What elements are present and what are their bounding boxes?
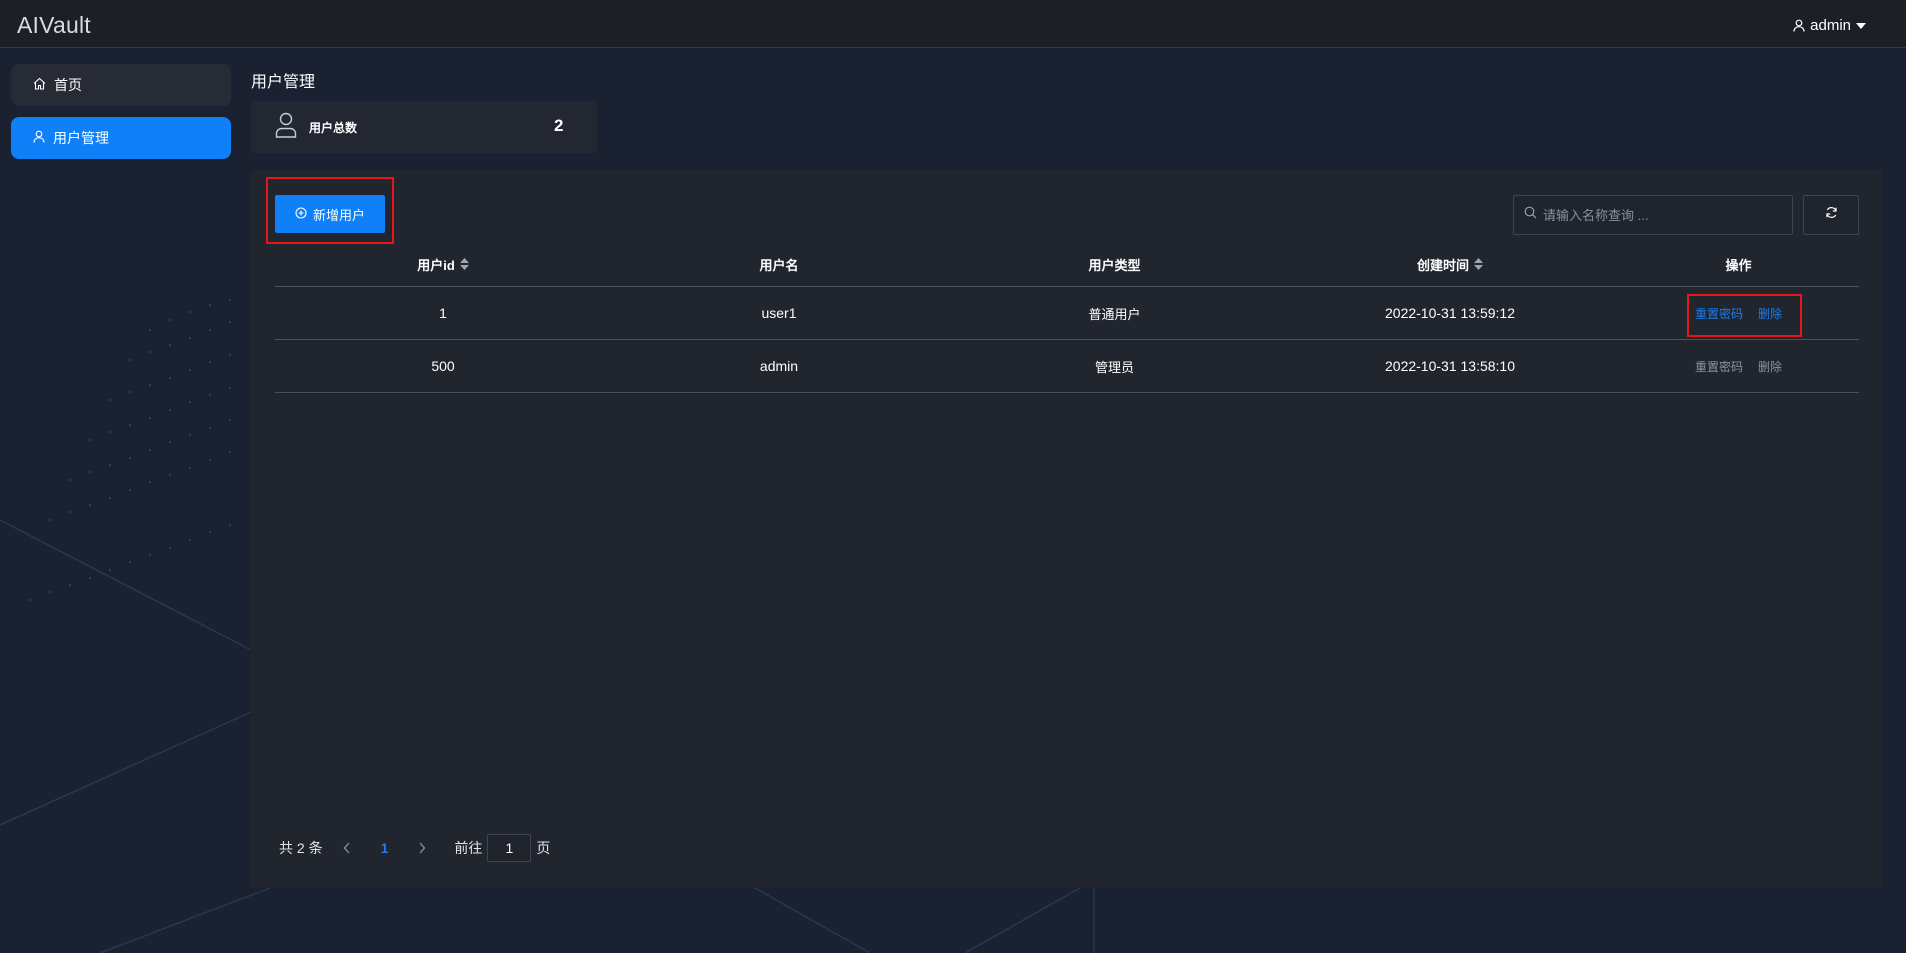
search-icon bbox=[1524, 206, 1537, 224]
pagination-total: 共 2 条 bbox=[279, 840, 323, 856]
table-header: 用户id 用户名 用户类型 创建时间 操作 bbox=[275, 242, 1859, 287]
column-header-actions: 操作 bbox=[1725, 257, 1752, 273]
column-header-created-time[interactable]: 创建时间 bbox=[1282, 255, 1618, 274]
home-icon bbox=[33, 77, 46, 93]
cell-user-type: 普通用户 bbox=[1088, 306, 1141, 322]
delete-link[interactable]: 删除 bbox=[1758, 305, 1782, 322]
column-header-username: 用户名 bbox=[759, 257, 799, 273]
sidebar-item-label: 用户管理 bbox=[53, 130, 109, 146]
cell-actions: 重置密码 删除 bbox=[1618, 305, 1859, 322]
chevron-right-icon[interactable] bbox=[418, 842, 426, 854]
goto-suffix: 页 bbox=[536, 840, 551, 856]
cell-username: user1 bbox=[761, 305, 797, 321]
refresh-button[interactable] bbox=[1803, 195, 1859, 235]
column-header-user-id[interactable]: 用户id bbox=[275, 255, 611, 274]
refresh-icon bbox=[1825, 206, 1838, 224]
header-label: 用户id bbox=[417, 257, 455, 273]
app-logo[interactable]: AIVault bbox=[17, 12, 91, 39]
search-box[interactable] bbox=[1513, 195, 1793, 235]
sort-icon[interactable] bbox=[1474, 258, 1483, 270]
add-user-label: 新增用户 bbox=[312, 207, 365, 223]
page-title: 用户管理 bbox=[251, 74, 316, 91]
user-icon bbox=[33, 130, 45, 146]
pagination: 共 2 条 1 前往 页 bbox=[279, 834, 550, 862]
cell-user-id: 1 bbox=[439, 305, 447, 321]
cell-created-time: 2022-10-31 13:59:12 bbox=[1385, 305, 1515, 321]
goto-page-input[interactable] bbox=[487, 834, 532, 862]
sidebar: 首页 用户管理 bbox=[11, 64, 231, 170]
cell-user-type: 管理员 bbox=[1094, 359, 1134, 375]
stat-value: 2 bbox=[554, 116, 564, 135]
sort-icon[interactable] bbox=[459, 258, 469, 270]
cell-created-time: 2022-10-31 13:58:10 bbox=[1385, 358, 1515, 374]
user-menu[interactable]: admin bbox=[1793, 17, 1866, 34]
sidebar-item-home[interactable]: 首页 bbox=[11, 64, 231, 106]
user-name: admin bbox=[1810, 17, 1851, 34]
top-bar: AIVault admin bbox=[0, 0, 1906, 48]
add-user-button[interactable]: 新增用户 bbox=[275, 195, 385, 233]
table-row: 1 user1 普通用户 2022-10-31 13:59:12 重置密码 删除 bbox=[275, 287, 1859, 340]
sidebar-item-label: 首页 bbox=[54, 77, 82, 93]
search-input[interactable] bbox=[1543, 207, 1783, 223]
cell-username: admin bbox=[759, 358, 799, 374]
table-row: 500 admin 管理员 2022-10-31 13:58:10 重置密码 删… bbox=[275, 340, 1859, 393]
main-panel: 新增用户 用户id 用户名 用户类型 bbox=[251, 170, 1882, 888]
stat-label: 用户总数 bbox=[309, 120, 358, 135]
column-header-user-type: 用户类型 bbox=[1088, 257, 1141, 273]
reset-password-link: 重置密码 bbox=[1694, 359, 1743, 374]
user-table: 用户id 用户名 用户类型 创建时间 操作 1 user1 普通用户 2022-… bbox=[275, 242, 1859, 393]
user-icon bbox=[275, 112, 297, 143]
sidebar-item-user-management[interactable]: 用户管理 bbox=[11, 117, 231, 159]
cell-user-id: 500 bbox=[431, 358, 455, 374]
reset-password-link[interactable]: 重置密码 bbox=[1695, 305, 1743, 322]
caret-down-icon bbox=[1856, 22, 1866, 29]
goto-prefix: 前往 bbox=[454, 840, 483, 856]
plus-circle-icon bbox=[295, 206, 307, 222]
header-label: 创建时间 bbox=[1416, 257, 1469, 273]
user-count-card: 用户总数 2 bbox=[251, 101, 597, 153]
chevron-left-icon[interactable] bbox=[343, 842, 351, 854]
page-number[interactable]: 1 bbox=[381, 840, 389, 856]
delete-link: 删除 bbox=[1758, 359, 1783, 374]
cell-actions: 重置密码 删除 bbox=[1618, 358, 1859, 375]
user-icon bbox=[1793, 19, 1805, 32]
